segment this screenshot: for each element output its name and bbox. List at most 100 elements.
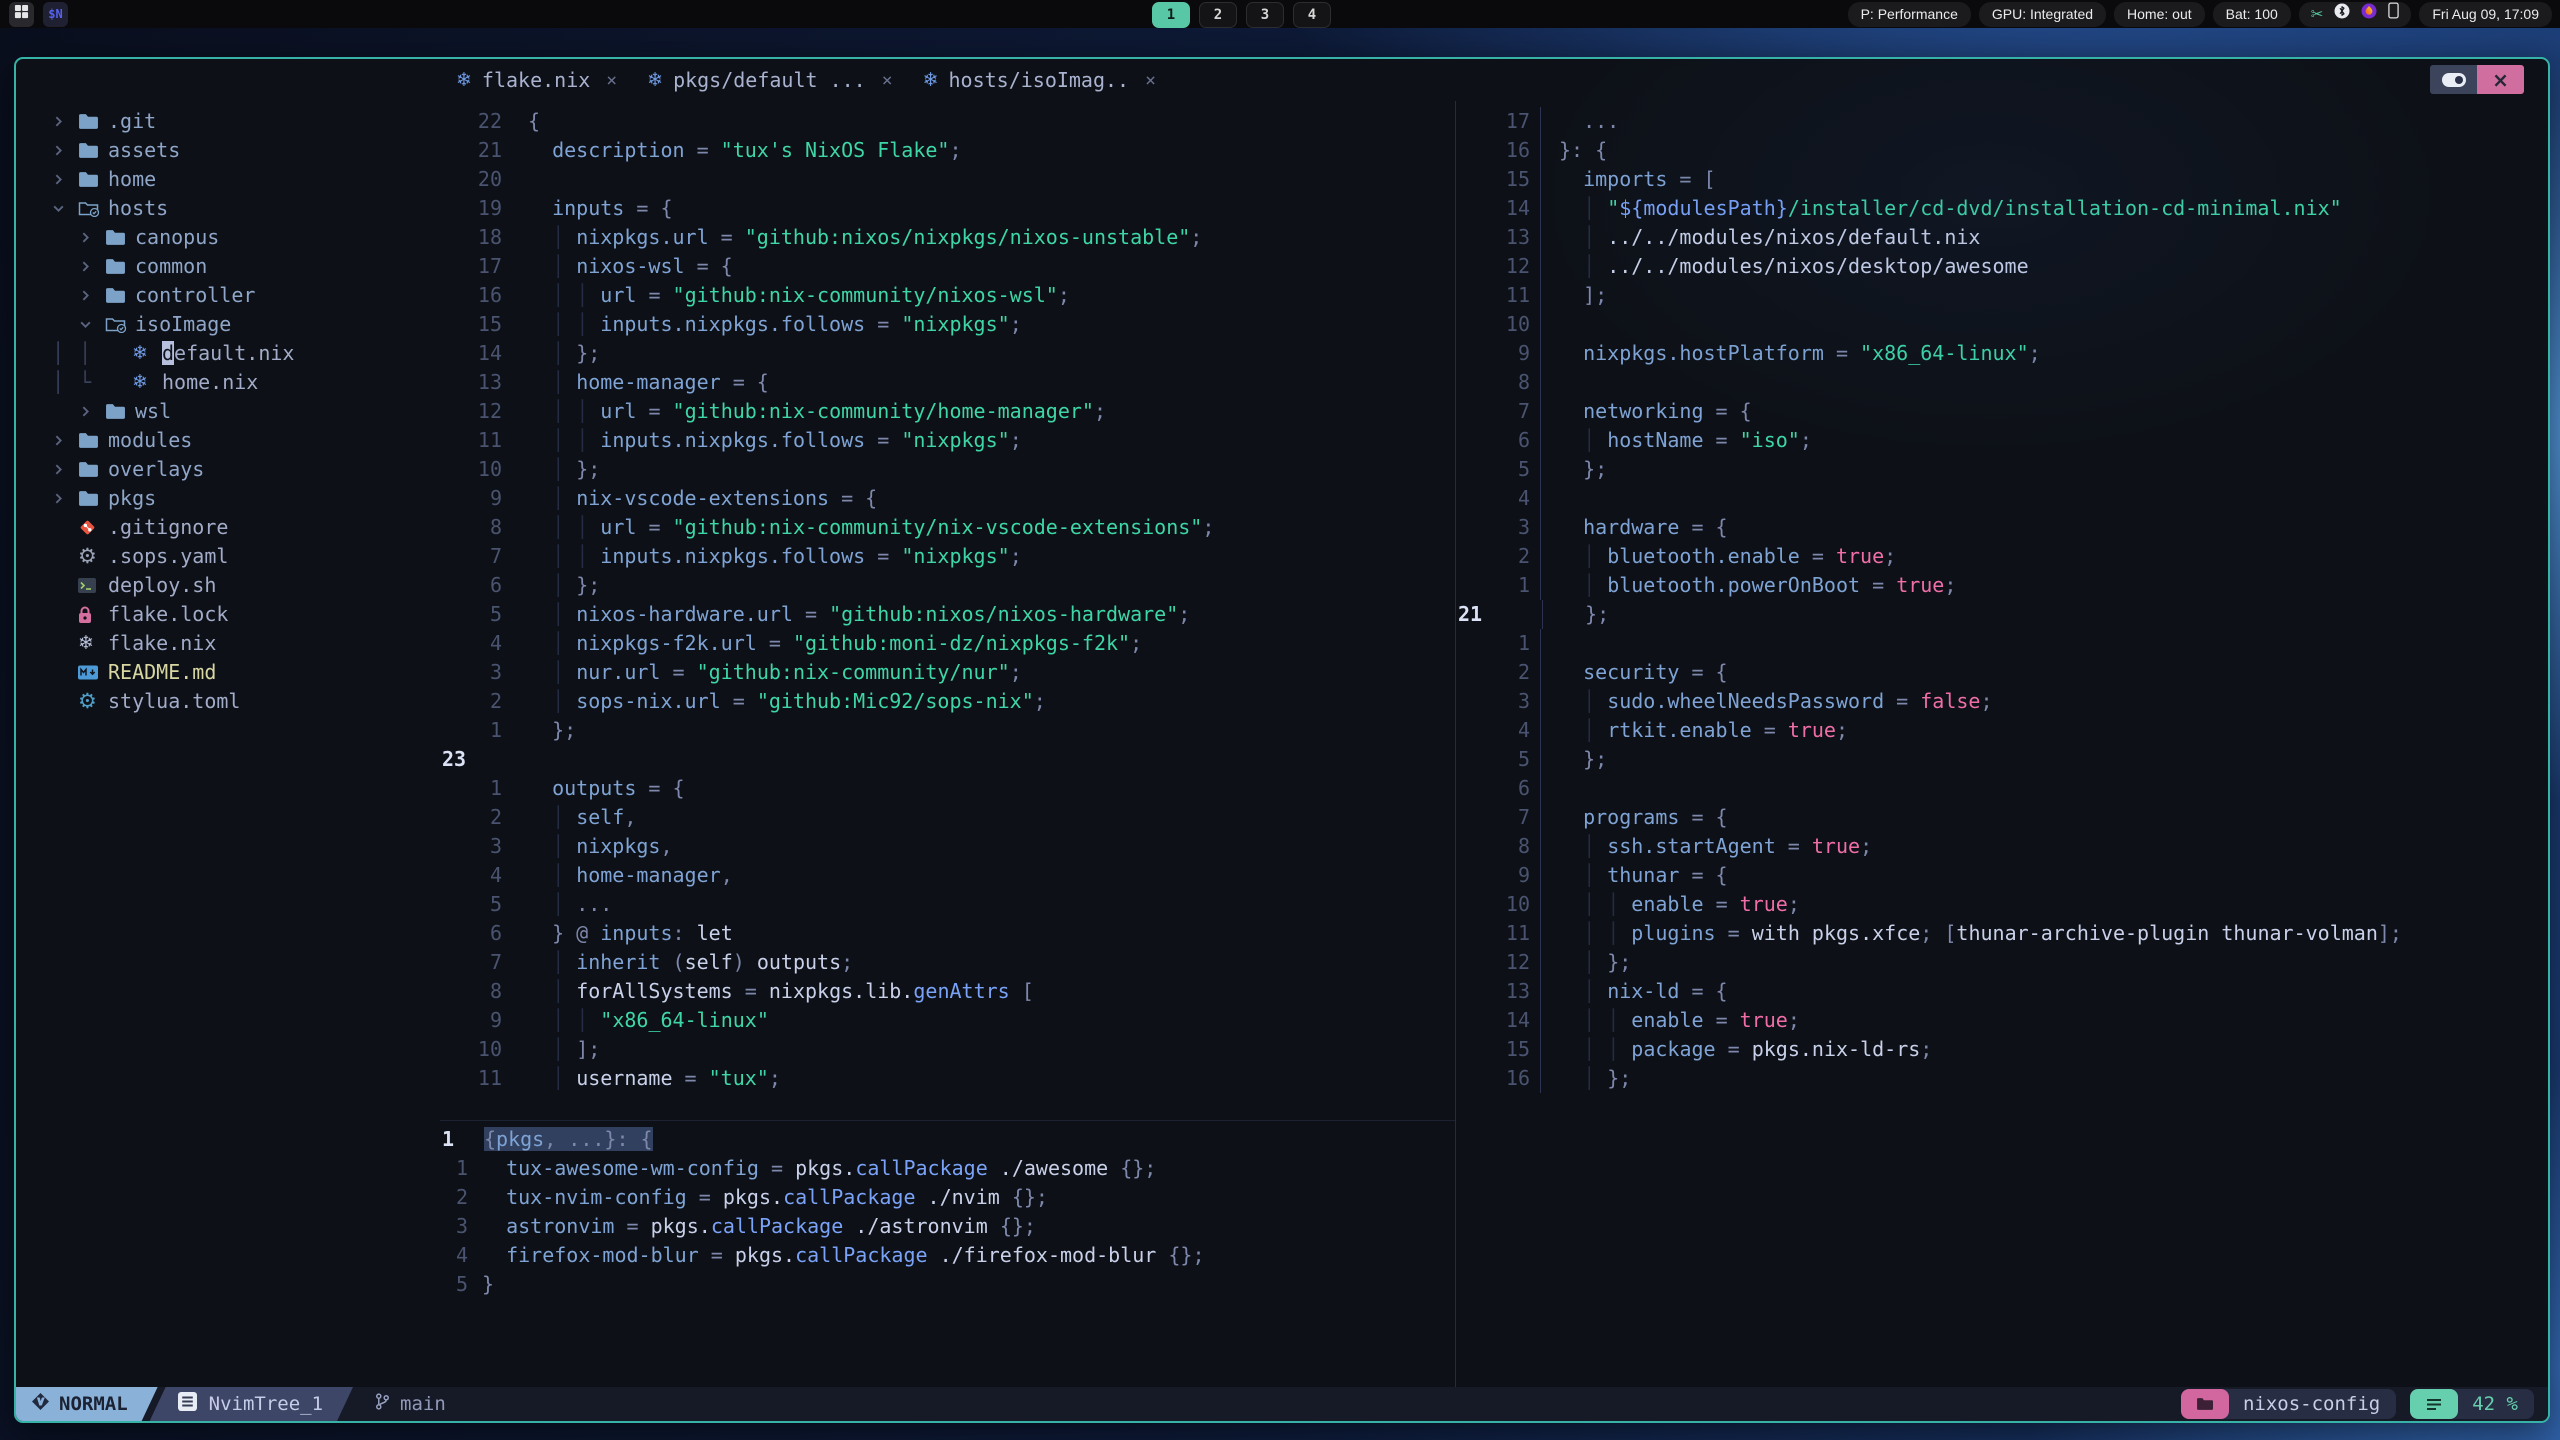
code-line[interactable]: 6	[1456, 774, 2548, 803]
tree-item-wsl[interactable]: wsl	[16, 397, 440, 426]
tree-item-common[interactable]: common	[16, 252, 440, 281]
tree-item--gitignore[interactable]: .gitignore	[16, 513, 440, 542]
code-line[interactable]: 11 │ │ plugins = with pkgs.xfce; [thunar…	[1456, 919, 2548, 948]
code-line[interactable]: 2 tux-nvim-config = pkgs.callPackage ./n…	[440, 1183, 1455, 1212]
code-line[interactable]: 8 │ ssh.startAgent = true;	[1456, 832, 2548, 861]
code-line[interactable]: 10 │ ];	[440, 1035, 1455, 1064]
tree-item--sops-yaml[interactable]: ⚙ .sops.yaml	[16, 542, 440, 571]
code-line[interactable]: 1 };	[440, 716, 1455, 745]
code-line[interactable]: 3 astronvim = pkgs.callPackage ./astronv…	[440, 1212, 1455, 1241]
code-line[interactable]: 16 │ };	[1456, 1064, 2548, 1093]
tab-close-icon[interactable]: ×	[882, 70, 893, 91]
code-line[interactable]: 12 │ ../../modules/nixos/desktop/awesome	[1456, 252, 2548, 281]
nvimtree-panel[interactable]: .git assets home hosts canopus common contr…	[16, 101, 440, 1387]
code-line[interactable]: 4 │ rtkit.enable = true;	[1456, 716, 2548, 745]
code-line[interactable]: 19 inputs = {	[440, 194, 1455, 223]
code-line[interactable]: 7 │ inherit (self) outputs;	[440, 948, 1455, 977]
tree-item-flake-lock[interactable]: flake.lock	[16, 600, 440, 629]
code-line[interactable]: 22 {	[440, 107, 1455, 136]
tree-item-canopus[interactable]: canopus	[16, 223, 440, 252]
code-line[interactable]: 9 │ nix-vscode-extensions = {	[440, 484, 1455, 513]
shell-button[interactable]: $N	[43, 1, 68, 27]
code-line[interactable]: 11 ];	[1456, 281, 2548, 310]
workspace-button-2[interactable]: 2	[1199, 2, 1237, 28]
code-line[interactable]: 4 │ nixpkgs-f2k.url = "github:moni-dz/ni…	[440, 629, 1455, 658]
code-line[interactable]: 8	[1456, 368, 2548, 397]
code-line[interactable]: 4 │ home-manager,	[440, 861, 1455, 890]
chevron-right-icon[interactable]	[52, 492, 78, 505]
tree-item-home-nix[interactable]: │ └ ❄ home.nix	[16, 368, 440, 397]
editor-pkgs-default-nix[interactable]: 1 {pkgs, ...}: {1 tux-awesome-wm-config =…	[440, 1121, 1455, 1387]
code-line[interactable]: 9 nixpkgs.hostPlatform = "x86_64-linux";	[1456, 339, 2548, 368]
code-line[interactable]: 3 │ sudo.wheelNeedsPassword = false;	[1456, 687, 2548, 716]
tree-item-stylua-toml[interactable]: ⚙ stylua.toml	[16, 687, 440, 716]
code-line[interactable]: 12 │ │ url = "github:nix-community/home-…	[440, 397, 1455, 426]
tree-item-default-nix[interactable]: │ │ ❄ default.nix	[16, 339, 440, 368]
code-line[interactable]: 20	[440, 165, 1455, 194]
apps-button[interactable]	[9, 1, 34, 27]
code-line[interactable]: 10 │ };	[440, 455, 1455, 484]
tree-item-hosts[interactable]: hosts	[16, 194, 440, 223]
workspace-button-4[interactable]: 4	[1293, 2, 1331, 28]
code-line[interactable]: 7 programs = {	[1456, 803, 2548, 832]
chevron-right-icon[interactable]	[52, 463, 78, 476]
code-line[interactable]: 1 │ bluetooth.powerOnBoot = true;	[1456, 571, 2548, 600]
tree-item-README-md[interactable]: README.md	[16, 658, 440, 687]
tab-close-icon[interactable]: ×	[1145, 70, 1156, 91]
code-line[interactable]: 11 │ │ inputs.nixpkgs.follows = "nixpkgs…	[440, 426, 1455, 455]
code-line[interactable]: 16 │ │ url = "github:nix-community/nixos…	[440, 281, 1455, 310]
code-line[interactable]: 4	[1456, 484, 2548, 513]
chevron-right-icon[interactable]	[79, 405, 105, 418]
workspace-button-3[interactable]: 3	[1246, 2, 1284, 28]
code-line[interactable]: 10 │ │ enable = true;	[1456, 890, 2548, 919]
code-line[interactable]: 7 networking = {	[1456, 397, 2548, 426]
code-line[interactable]: 5 │ nixos-hardware.url = "github:nixos/n…	[440, 600, 1455, 629]
code-line[interactable]: 16}: {	[1456, 136, 2548, 165]
code-line[interactable]: 2 │ self,	[440, 803, 1455, 832]
tree-item-pkgs[interactable]: pkgs	[16, 484, 440, 513]
chevron-right-icon[interactable]	[79, 289, 105, 302]
chevron-right-icon[interactable]	[79, 231, 105, 244]
code-line[interactable]: 4 firefox-mod-blur = pkgs.callPackage ./…	[440, 1241, 1455, 1270]
tree-item-overlays[interactable]: overlays	[16, 455, 440, 484]
code-line[interactable]: 11 │ username = "tux";	[440, 1064, 1455, 1093]
chevron-right-icon[interactable]	[52, 434, 78, 447]
code-line[interactable]: 13 │ home-manager = {	[440, 368, 1455, 397]
code-line[interactable]: 14 │ "${modulesPath}/installer/cd-dvd/in…	[1456, 194, 2548, 223]
tree-item-modules[interactable]: modules	[16, 426, 440, 455]
toggle-button[interactable]	[2430, 65, 2477, 94]
tab-close-icon[interactable]: ×	[606, 70, 617, 91]
editor-flake-nix[interactable]: 22{21 description = "tux's NixOS Flake";…	[440, 101, 1455, 1121]
code-line[interactable]: 18 │ nixpkgs.url = "github:nixos/nixpkgs…	[440, 223, 1455, 252]
code-line[interactable]: 13 │ ../../modules/nixos/default.nix	[1456, 223, 2548, 252]
code-line[interactable]: 13 │ nix-ld = {	[1456, 977, 2548, 1006]
code-line[interactable]: 8 │ forAllSystems = nixpkgs.lib.genAttrs…	[440, 977, 1455, 1006]
code-line[interactable]: 2 │ bluetooth.enable = true;	[1456, 542, 2548, 571]
code-line[interactable]: 5 │ ...	[440, 890, 1455, 919]
code-line[interactable]: 9 │ │ "x86_64-linux"	[440, 1006, 1455, 1035]
code-line[interactable]: 15 │ │ package = pkgs.nix-ld-rs;	[1456, 1035, 2548, 1064]
tree-item-controller[interactable]: controller	[16, 281, 440, 310]
code-line[interactable]: 3 hardware = {	[1456, 513, 2548, 542]
code-line[interactable]: 1	[1456, 629, 2548, 658]
code-line[interactable]: 3 │ nur.url = "github:nix-community/nur"…	[440, 658, 1455, 687]
code-line[interactable]: 14 │ };	[440, 339, 1455, 368]
code-line[interactable]: 21 description = "tux's NixOS Flake";	[440, 136, 1455, 165]
code-line[interactable]: 21 };	[1456, 600, 2548, 629]
tree-item--git[interactable]: .git	[16, 107, 440, 136]
code-line[interactable]: 1 outputs = {	[440, 774, 1455, 803]
tree-item-flake-nix[interactable]: ❄ flake.nix	[16, 629, 440, 658]
code-line[interactable]: 17 ...	[1456, 107, 2548, 136]
tab-hosts-isoImag-[interactable]: ❄ hosts/isoImag.. ×	[923, 68, 1156, 92]
code-line[interactable]: 17 │ nixos-wsl = {	[440, 252, 1455, 281]
code-line[interactable]: 5}	[440, 1270, 1455, 1299]
code-line[interactable]: 6 │ };	[440, 571, 1455, 600]
tab-flake-nix[interactable]: ❄ flake.nix ×	[456, 68, 617, 92]
code-line[interactable]: 5 };	[1456, 745, 2548, 774]
chevron-right-icon[interactable]	[52, 115, 78, 128]
code-line[interactable]: 2 security = {	[1456, 658, 2548, 687]
chevron-right-icon[interactable]	[79, 260, 105, 273]
code-line[interactable]: 6 } @ inputs: let	[440, 919, 1455, 948]
chevron-right-icon[interactable]	[52, 173, 78, 186]
tree-item-isoImage[interactable]: isoImage	[16, 310, 440, 339]
